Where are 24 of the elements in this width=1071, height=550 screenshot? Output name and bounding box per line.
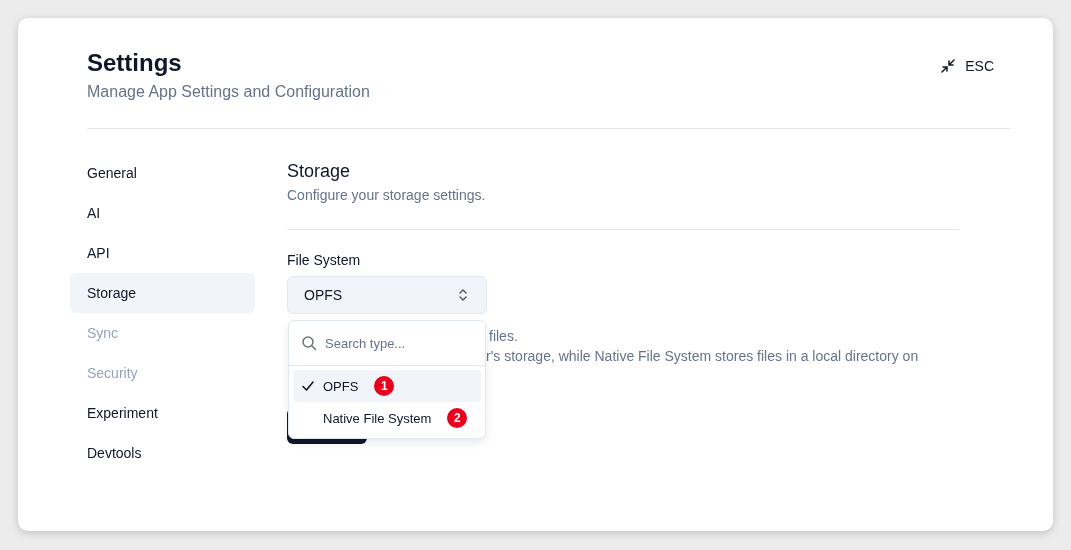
sidebar-item[interactable]: General — [70, 153, 255, 193]
collapse-icon — [941, 59, 956, 73]
page-title: Settings — [87, 48, 183, 78]
help-text: files. — [489, 327, 519, 346]
number-badge: 2 — [447, 408, 468, 428]
page-subtitle: Manage App Settings and Configuration — [87, 82, 370, 102]
sidebar-item[interactable]: AI — [70, 193, 255, 233]
number-badge: 1 — [374, 376, 395, 396]
dropdown-option[interactable]: OPFS 1 — [293, 370, 481, 402]
dropdown-option[interactable]: Native File System 2 — [293, 402, 481, 434]
sidebar-item[interactable]: Experiment — [70, 393, 255, 433]
search-field[interactable]: Search type... — [325, 335, 465, 351]
chevron-updown-icon — [458, 288, 468, 302]
check-icon — [301, 379, 315, 393]
section-description: Configure your storage settings. — [287, 187, 487, 203]
esc-button[interactable]: ESC — [941, 58, 1010, 74]
sidebar-item[interactable]: API — [70, 233, 255, 273]
section-title: Storage — [287, 160, 352, 183]
search-icon — [301, 335, 317, 351]
help-text: r's storage, while Native File System stores files in a local directory on — [486, 347, 920, 366]
sidebar-item[interactable]: Storage — [70, 273, 255, 313]
select-field[interactable]: OPFS — [287, 276, 487, 314]
field-label: File System — [287, 252, 362, 268]
sidebar-item[interactable]: Devtools — [70, 433, 255, 473]
